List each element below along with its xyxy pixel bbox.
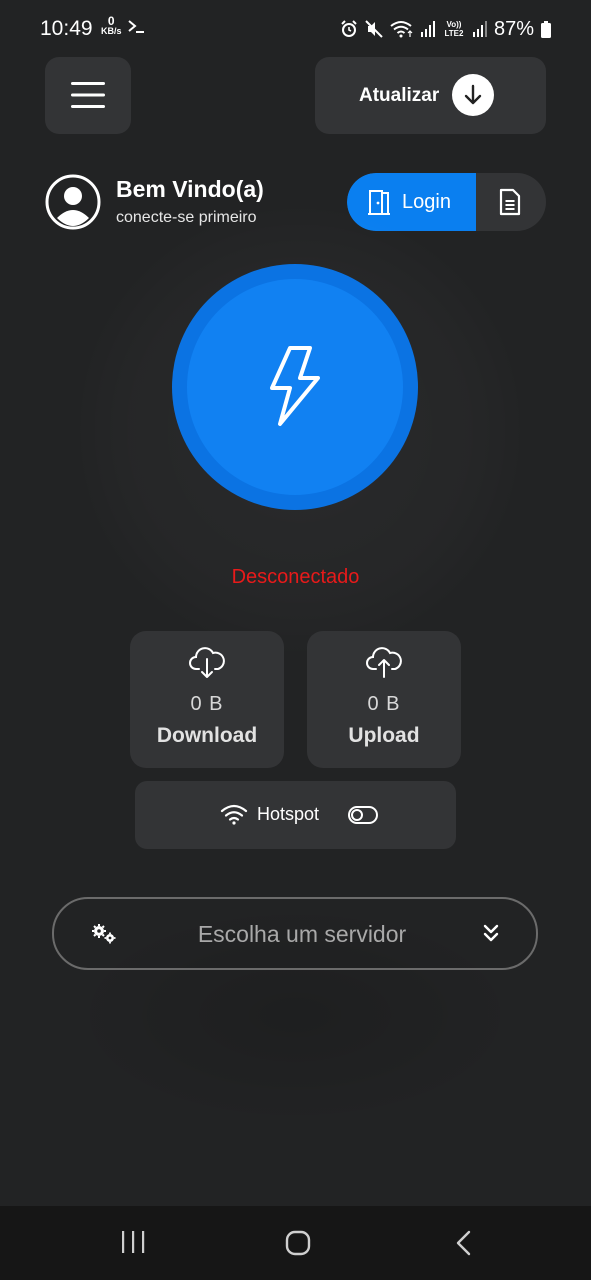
welcome-title: Bem Vindo(a) bbox=[116, 176, 264, 202]
network-type: Vo)) LTE2 bbox=[444, 20, 464, 38]
net-speed-unit: KB/s bbox=[101, 26, 122, 36]
back-icon[interactable] bbox=[454, 1229, 474, 1257]
terminal-icon bbox=[128, 20, 144, 33]
battery-percent: 87% bbox=[493, 17, 534, 40]
wifi-status-icon bbox=[390, 21, 413, 38]
net-speed-value: 0 bbox=[107, 14, 115, 28]
wifi-icon bbox=[220, 804, 248, 825]
status-icons: Vo)) LTE2 87% bbox=[340, 16, 551, 42]
cloud-upload-icon bbox=[366, 647, 402, 678]
status-bar: 10:49 0 KB/s Vo)) LTE2 87% bbox=[0, 0, 591, 58]
upload-card: 0 B Upload bbox=[307, 631, 461, 768]
lightning-icon bbox=[270, 346, 320, 426]
update-button[interactable]: Atualizar bbox=[315, 57, 546, 134]
update-icon-circle bbox=[452, 74, 494, 116]
download-label: Download bbox=[156, 724, 258, 747]
menu-button[interactable] bbox=[45, 57, 131, 134]
recent-apps-icon[interactable] bbox=[120, 1229, 146, 1255]
mute-icon bbox=[365, 20, 383, 38]
signal-icon bbox=[420, 21, 435, 37]
user-circle-icon bbox=[45, 174, 101, 230]
system-nav-bar bbox=[0, 1206, 591, 1280]
server-select[interactable]: Escolha um servidor bbox=[52, 897, 538, 970]
download-arrow-icon bbox=[464, 84, 482, 105]
battery-icon bbox=[541, 20, 551, 38]
download-value: 0 B bbox=[190, 693, 224, 715]
upload-value: 0 B bbox=[367, 693, 401, 715]
alarm-icon bbox=[341, 20, 357, 37]
toggle-off-icon[interactable] bbox=[348, 806, 378, 824]
download-card: 0 B Download bbox=[130, 631, 284, 768]
connection-status: Desconectado bbox=[231, 566, 360, 588]
document-button[interactable] bbox=[476, 173, 546, 231]
signal-icon-2 bbox=[472, 21, 487, 37]
hotspot-label: Hotspot bbox=[257, 804, 320, 824]
home-icon[interactable] bbox=[284, 1229, 312, 1257]
server-placeholder: Escolha um servidor bbox=[197, 921, 407, 947]
net-speed: 0 KB/s bbox=[101, 14, 122, 36]
cloud-download-icon bbox=[189, 647, 225, 678]
door-icon bbox=[368, 190, 390, 215]
hotspot-row[interactable]: Hotspot bbox=[135, 781, 456, 849]
connect-button[interactable] bbox=[172, 264, 418, 510]
upload-label: Upload bbox=[348, 724, 420, 747]
hamburger-icon bbox=[71, 82, 105, 108]
document-icon bbox=[499, 188, 521, 216]
double-chevron-down-icon bbox=[483, 924, 499, 942]
update-label: Atualizar bbox=[359, 85, 440, 106]
login-label: Login bbox=[402, 191, 451, 213]
clock: 10:49 bbox=[40, 17, 93, 40]
